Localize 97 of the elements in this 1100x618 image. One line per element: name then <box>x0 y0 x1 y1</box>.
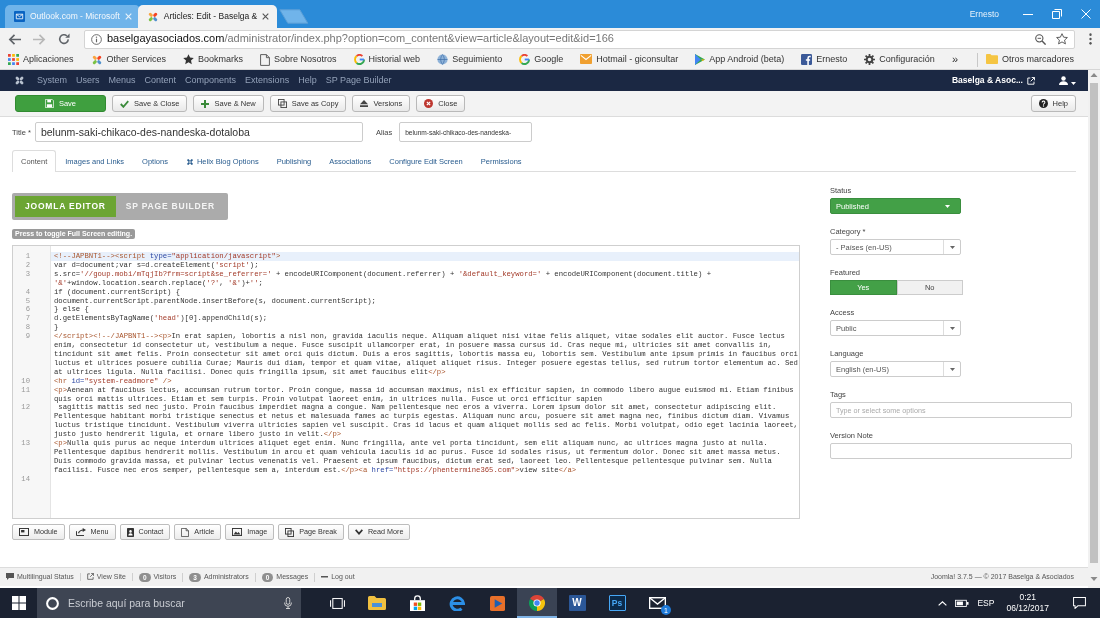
shopping-bag-icon <box>409 595 425 611</box>
star-icon[interactable] <box>1056 33 1068 45</box>
play-icon <box>695 54 706 65</box>
bookmark-link[interactable]: App Android (beta) <box>695 54 785 65</box>
browser-tab[interactable]: Articles: Edit - Baselga & <box>137 5 278 28</box>
bookmark-link[interactable]: Other Services <box>90 53 167 66</box>
close-icon[interactable] <box>262 13 270 20</box>
help-icon <box>1038 99 1048 108</box>
language-indicator[interactable]: ESP <box>977 597 995 609</box>
image-icon <box>232 528 243 536</box>
circle-icon <box>46 596 59 610</box>
menu-item[interactable]: Menus <box>108 75 136 86</box>
bookmark-link[interactable]: Ernesto <box>801 54 848 65</box>
external-link-icon <box>86 573 94 581</box>
windows-logo-icon[interactable] <box>11 596 26 610</box>
bookmark-link[interactable]: Bookmarks <box>183 54 244 65</box>
taskbar-button[interactable] <box>517 588 557 618</box>
gear-icon <box>864 54 876 65</box>
folder-icon <box>986 54 998 65</box>
bookmark-link[interactable]: Sobre Nosotros <box>260 53 337 66</box>
caret-icon <box>944 204 950 208</box>
microphone-icon[interactable] <box>284 597 292 609</box>
caret-up-icon[interactable] <box>938 600 948 606</box>
bookmark-link[interactable]: Aplicaciones <box>8 54 74 65</box>
article-icon <box>181 527 190 537</box>
caret-icon[interactable] <box>1071 81 1076 85</box>
code-editor[interactable] <box>12 245 800 519</box>
apps-grid-icon <box>8 54 19 65</box>
menu-item[interactable]: SP Page Builder <box>325 75 392 86</box>
menu-item[interactable]: Components <box>185 75 237 86</box>
star-icon <box>183 54 195 65</box>
swirl-icon <box>449 595 465 611</box>
bookmark-link[interactable]: Seguimiento <box>437 54 503 65</box>
scrollbar[interactable] <box>1088 70 1100 588</box>
globe-icon <box>437 54 449 65</box>
info-icon[interactable] <box>91 33 102 45</box>
notification-icon[interactable] <box>1073 597 1086 609</box>
version-note-field[interactable] <box>830 443 1072 459</box>
envelope-icon <box>648 597 666 609</box>
bookmark-link[interactable]: Configuración <box>864 54 935 65</box>
media-player-icon <box>489 595 505 611</box>
round-logo-icon <box>529 595 545 611</box>
clock-time[interactable]: 0:21 <box>1019 592 1036 603</box>
caret-icon <box>949 326 955 330</box>
module-icon <box>19 528 29 536</box>
user-icon[interactable] <box>1059 76 1068 85</box>
menu-item[interactable]: Content <box>144 75 177 86</box>
address-field[interactable]: baselgayasociados.com/administrator/index.php?option=com_content&view=article&layout=edit&id=166 <box>84 29 1075 49</box>
pinwheel-icon[interactable] <box>14 75 25 86</box>
bookmark-link[interactable]: Google <box>519 54 564 65</box>
caret-icon <box>949 245 955 249</box>
ring-icon <box>353 54 365 65</box>
menu-item[interactable]: Extensions <box>245 75 290 86</box>
minus-icon <box>321 576 329 578</box>
site-link[interactable]: Baselga & Asoc... <box>951 75 1023 86</box>
social-icon <box>801 54 813 65</box>
menu-item[interactable]: Users <box>76 75 100 86</box>
share-arrow-icon <box>75 528 86 536</box>
taskbar-button[interactable]: W <box>557 588 597 618</box>
pinwheel-icon <box>146 10 159 23</box>
task-view-icon <box>329 597 345 609</box>
contact-card-icon <box>126 527 134 537</box>
more-bookmarks-button[interactable]: » <box>951 52 958 67</box>
chevron-down-icon <box>354 529 363 535</box>
copy-icon <box>277 99 287 108</box>
battery-icon[interactable] <box>955 599 970 607</box>
folder-icon <box>368 596 386 610</box>
caret-icon <box>949 367 955 371</box>
menu-item[interactable]: Help <box>298 75 317 86</box>
check-icon <box>120 99 129 108</box>
title-field[interactable]: belunm-saki-chikaco-des-nandeska-dotaloba <box>34 122 363 142</box>
envelope-icon <box>580 54 593 65</box>
menu-item[interactable]: System <box>37 75 67 86</box>
bookmark-link[interactable]: Hotmail - giconsultar <box>580 54 679 65</box>
close-circle-icon <box>424 99 434 108</box>
search-field[interactable]: Escribe aquí para buscar <box>37 588 301 618</box>
save-icon <box>44 99 54 108</box>
ring-icon <box>519 54 531 65</box>
menu-icon[interactable] <box>1089 33 1092 45</box>
bookmark-link[interactable]: Historial web <box>353 54 421 65</box>
bookmark-folder[interactable]: Otros marcadores <box>986 54 1075 65</box>
copy-icon <box>285 527 295 537</box>
back-arrow-icon[interactable] <box>8 33 21 45</box>
clock-date[interactable]: 06/12/2017 <box>1006 603 1049 614</box>
mail-icon <box>14 11 25 22</box>
plus-icon <box>201 99 210 108</box>
external-link-icon <box>1027 76 1035 85</box>
restore-icon[interactable] <box>1051 9 1062 19</box>
taskbar-button[interactable]: Ps <box>597 588 637 618</box>
page-icon <box>260 53 271 66</box>
comment-icon <box>6 573 14 581</box>
zoom-out-icon[interactable] <box>1035 33 1046 45</box>
minimize-icon[interactable] <box>1022 13 1033 15</box>
reload-icon[interactable] <box>58 33 70 45</box>
pinwheel-icon <box>185 157 194 166</box>
pinwheel-icon <box>90 53 103 66</box>
eject-icon <box>360 100 369 107</box>
